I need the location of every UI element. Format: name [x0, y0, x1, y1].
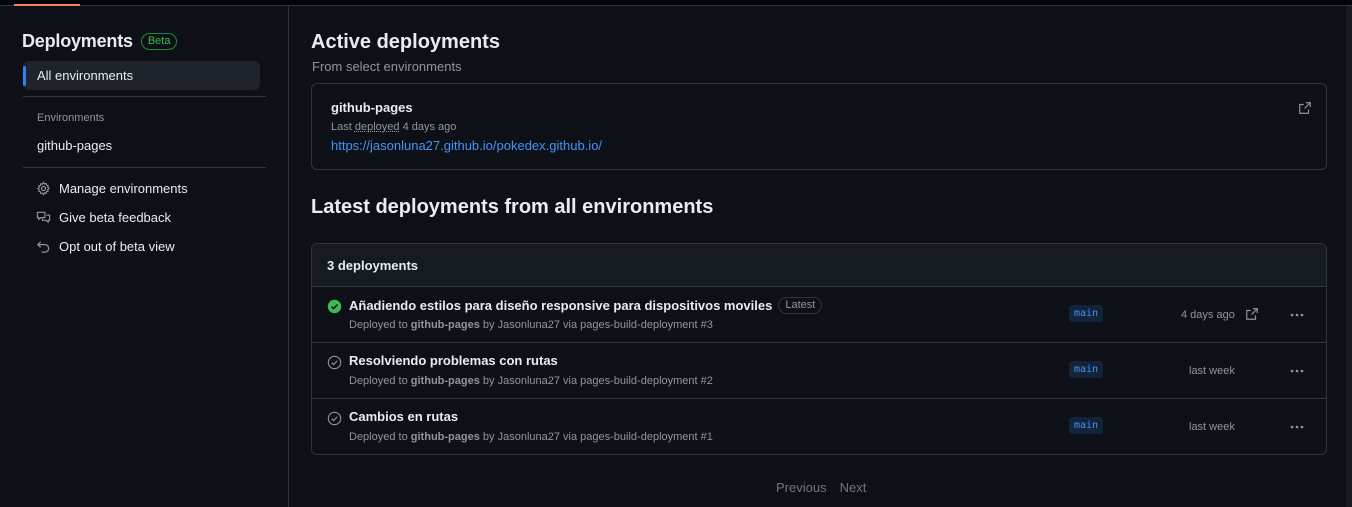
next-page-button[interactable]: Next	[840, 480, 867, 495]
beta-badge: Beta	[140, 33, 178, 50]
active-deployment-card: github-pages Last deployed 4 days ago ht…	[311, 83, 1327, 170]
comment-discussion-icon	[36, 211, 51, 224]
gear-icon	[36, 181, 51, 196]
deployment-time: last week	[1189, 421, 1235, 433]
last-deployed-time: 4 days ago	[402, 121, 457, 133]
meta-via: via	[563, 319, 578, 331]
deployment-meta: Deployed to github-pages by Jasonluna27 …	[349, 375, 713, 387]
divider	[23, 96, 266, 97]
deployment-meta: Deployed to github-pages by Jasonluna27 …	[349, 431, 713, 443]
external-link-icon[interactable]	[1245, 307, 1259, 321]
deployment-title: Resolviendo problemas con rutas	[349, 353, 558, 368]
opt-out-beta-label: Opt out of beta view	[59, 239, 175, 254]
deployment-time: last week	[1189, 365, 1235, 377]
nav-all-environments-label: All environments	[37, 68, 134, 83]
meta-deployed-to: Deployed to	[349, 319, 408, 331]
deployment-title: Añadiendo estilos para diseño responsive…	[349, 297, 823, 314]
meta-environment[interactable]: github-pages	[411, 431, 480, 443]
meta-by: by	[482, 375, 495, 387]
meta-user[interactable]: Jasonluna27	[498, 431, 560, 443]
branch-label[interactable]: main	[1069, 417, 1104, 434]
kebab-horizontal-icon[interactable]	[1289, 307, 1305, 323]
meta-workflow[interactable]: pages-build-deployment #3	[580, 319, 713, 331]
scrollbar[interactable]	[1346, 6, 1352, 507]
table-row: Cambios en rutas Deployed to github-page…	[312, 399, 1326, 454]
meta-workflow[interactable]: pages-build-deployment #2	[580, 375, 713, 387]
latest-deployments-heading: Latest deployments from all environments	[311, 196, 714, 218]
meta-environment[interactable]: github-pages	[411, 375, 480, 387]
manage-environments-link[interactable]: Manage environments	[36, 181, 188, 196]
give-beta-feedback-link[interactable]: Give beta feedback	[36, 210, 171, 225]
selected-indicator	[23, 66, 26, 86]
meta-user[interactable]: Jasonluna27	[498, 375, 560, 387]
environments-group-label: Environments	[37, 112, 105, 124]
deployments-count-header: 3 deployments	[312, 244, 1326, 287]
kebab-horizontal-icon[interactable]	[1289, 363, 1305, 379]
opt-out-beta-link[interactable]: Opt out of beta view	[36, 239, 175, 254]
deployment-title-link[interactable]: Resolviendo problemas con rutas	[349, 353, 558, 368]
last-prefix: Last	[331, 121, 352, 133]
meta-deployed-to: Deployed to	[349, 375, 408, 387]
meta-by: by	[482, 319, 495, 331]
sidebar: Deployments Beta All environments Enviro…	[0, 6, 289, 507]
active-environment-name[interactable]: github-pages	[331, 100, 413, 115]
deployments-table: 3 deployments Añadiendo estilos para dis…	[311, 243, 1327, 455]
pagination: Previous Next	[776, 480, 866, 495]
meta-deployed-to: Deployed to	[349, 431, 408, 443]
deployment-meta: Deployed to github-pages by Jasonluna27 …	[349, 319, 713, 331]
deployed-link[interactable]: deployed	[355, 121, 400, 133]
meta-via: via	[563, 375, 578, 387]
sidebar-title: Deployments	[22, 31, 133, 51]
branch-label[interactable]: main	[1069, 305, 1104, 322]
manage-environments-label: Manage environments	[59, 181, 188, 196]
deployment-time: 4 days ago	[1181, 309, 1235, 321]
kebab-horizontal-icon[interactable]	[1289, 419, 1305, 435]
table-row: Añadiendo estilos para diseño responsive…	[312, 287, 1326, 343]
meta-workflow[interactable]: pages-build-deployment #1	[580, 431, 713, 443]
deployment-title: Cambios en rutas	[349, 409, 458, 424]
nav-all-environments[interactable]: All environments	[23, 61, 260, 90]
table-row: Resolviendo problemas con rutas Deployed…	[312, 343, 1326, 399]
give-beta-feedback-label: Give beta feedback	[59, 210, 172, 225]
previous-page-button[interactable]: Previous	[776, 480, 827, 495]
divider	[23, 167, 266, 168]
active-deployments-heading: Active deployments	[311, 31, 500, 53]
meta-via: via	[563, 431, 578, 443]
deployment-url-link[interactable]: https://jasonluna27.github.io/pokedex.gi…	[331, 138, 602, 153]
check-circle-icon	[327, 411, 342, 426]
check-circle-fill-icon	[327, 299, 342, 314]
deployments-count: 3 deployments	[327, 257, 419, 273]
latest-badge: Latest	[778, 297, 823, 314]
external-link-icon[interactable]	[1298, 101, 1312, 115]
check-circle-icon	[327, 355, 342, 370]
meta-by: by	[482, 431, 495, 443]
last-deployed-text: Last deployed 4 days ago	[331, 121, 456, 133]
active-deployments-subheading: From select environments	[312, 59, 462, 74]
sidebar-header: Deployments Beta	[22, 31, 178, 52]
branch-label[interactable]: main	[1069, 361, 1104, 378]
meta-environment[interactable]: github-pages	[411, 319, 480, 331]
undo-icon	[37, 241, 50, 253]
environment-item-github-pages[interactable]: github-pages	[37, 138, 112, 153]
meta-user[interactable]: Jasonluna27	[498, 319, 560, 331]
deployment-title-link[interactable]: Añadiendo estilos para diseño responsive…	[349, 298, 772, 313]
deployment-title-link[interactable]: Cambios en rutas	[349, 409, 458, 424]
